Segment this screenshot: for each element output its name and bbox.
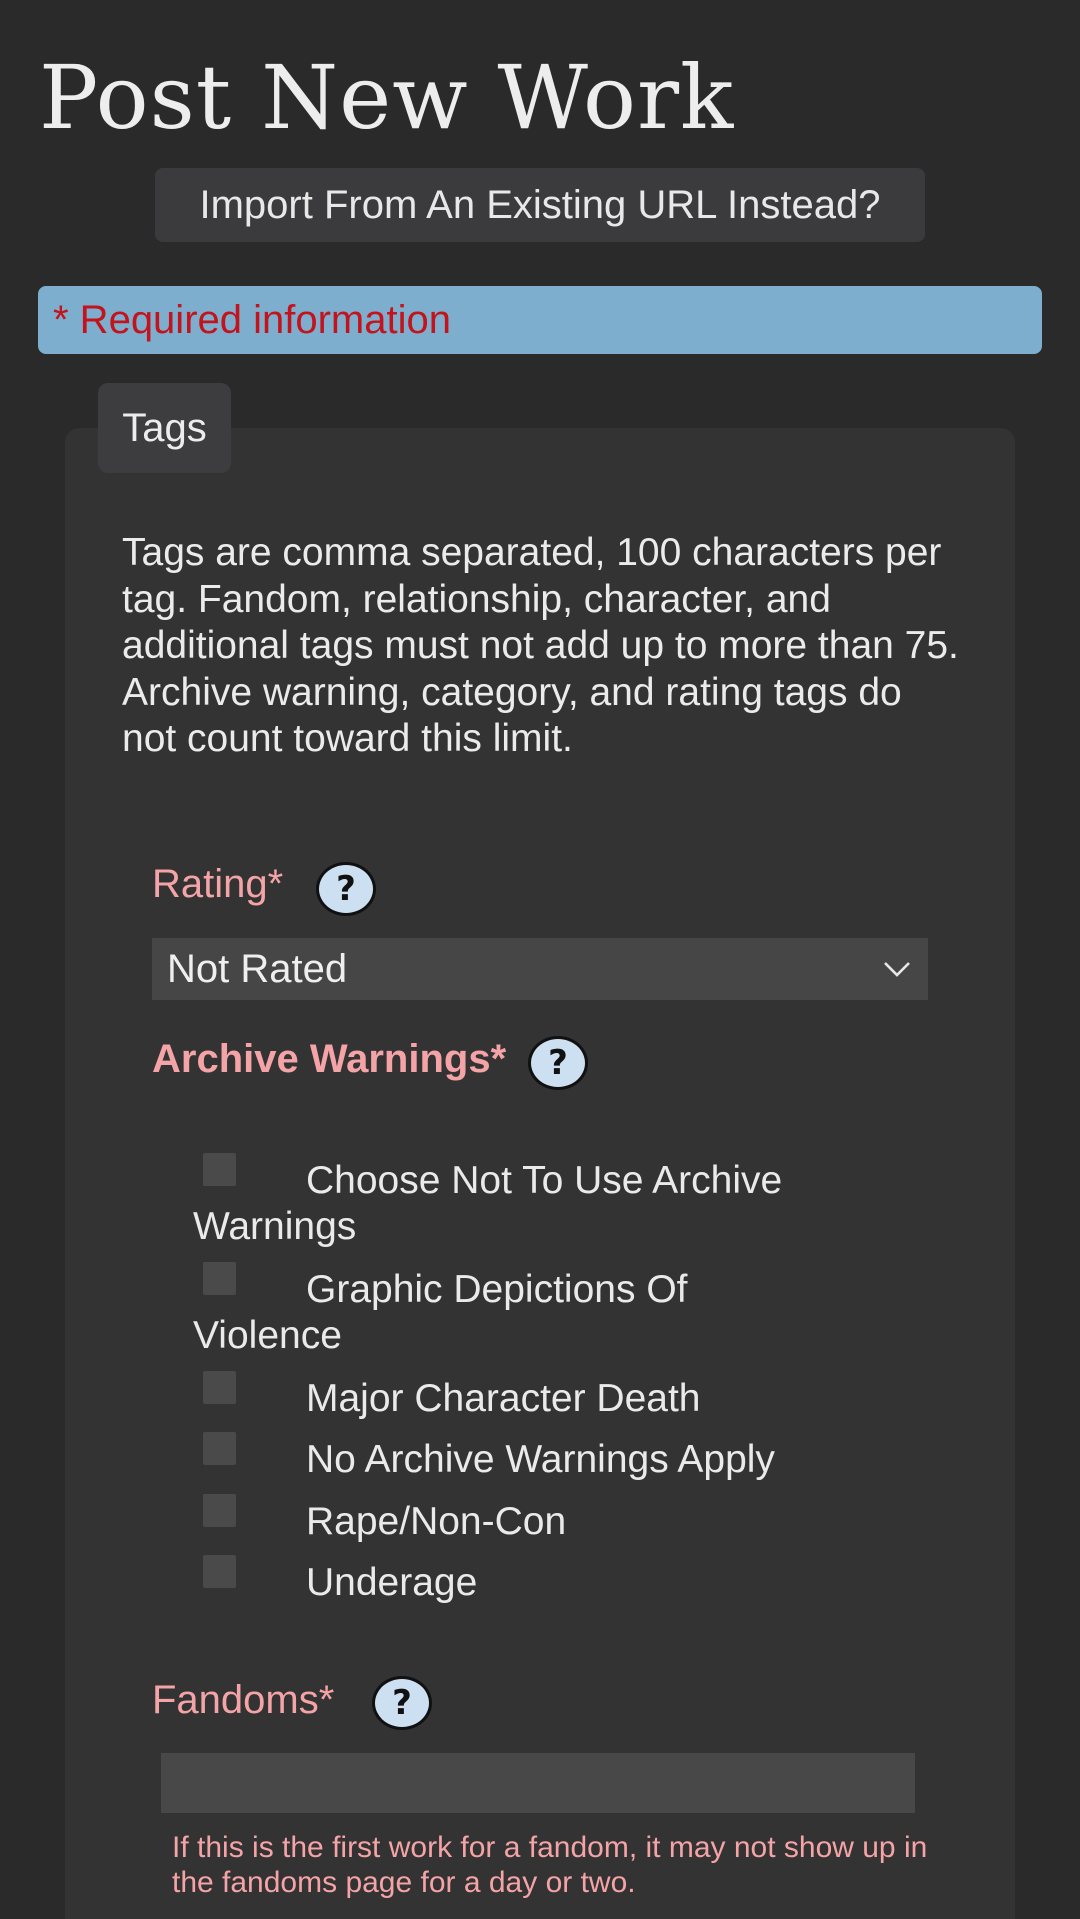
checkbox-icon[interactable] [203, 1371, 236, 1404]
checkbox-icon[interactable] [203, 1494, 236, 1527]
warning-rape-non-con[interactable]: Rape/Non-Con [193, 1491, 953, 1543]
warning-label-line2: Warnings [193, 1205, 357, 1248]
archive-warnings-help-icon[interactable]: ? [528, 1036, 588, 1090]
fandoms-help-icon[interactable]: ? [372, 1676, 432, 1730]
warning-label-line2: Violence [193, 1314, 342, 1357]
import-from-url-button[interactable]: Import From An Existing URL Instead? [155, 168, 925, 242]
warning-choose-not-to-use[interactable]: Choose Not To Use Archive Warnings [193, 1150, 953, 1250]
required-information-notice: * Required information [38, 286, 1042, 354]
warning-label: Rape/Non-Con [306, 1500, 567, 1543]
warning-underage[interactable]: Underage [193, 1552, 953, 1604]
fandoms-label: Fandoms* [152, 1678, 335, 1722]
archive-warnings-label: Archive Warnings* [152, 1037, 507, 1081]
warning-label: Major Character Death [306, 1377, 701, 1420]
fandoms-input[interactable] [161, 1753, 915, 1813]
rating-help-icon[interactable]: ? [316, 862, 376, 916]
rating-label: Rating* [152, 862, 284, 906]
checkbox-icon[interactable] [203, 1555, 236, 1588]
checkbox-icon[interactable] [203, 1432, 236, 1465]
checkbox-icon[interactable] [203, 1262, 236, 1295]
warning-major-character-death[interactable]: Major Character Death [193, 1368, 953, 1420]
rating-select[interactable]: Not Rated [152, 938, 928, 1000]
tags-tab[interactable]: Tags [98, 383, 231, 473]
page-title: Post New Work [39, 46, 735, 149]
warning-no-archive-warnings-apply[interactable]: No Archive Warnings Apply [193, 1429, 953, 1481]
warning-label: Underage [306, 1561, 478, 1604]
warning-label-line1: Graphic Depictions Of [306, 1268, 688, 1311]
checkbox-icon[interactable] [203, 1153, 236, 1186]
tags-description: Tags are comma separated, 100 characters… [122, 531, 959, 760]
chevron-down-icon [884, 962, 910, 977]
warning-graphic-violence[interactable]: Graphic Depictions Of Violence [193, 1259, 953, 1359]
warning-label: No Archive Warnings Apply [306, 1438, 775, 1481]
post-new-work-page: Post New Work Import From An Existing UR… [0, 0, 1080, 1919]
fandom-note: If this is the first work for a fandom, … [172, 1831, 928, 1899]
warning-label-line1: Choose Not To Use Archive [306, 1159, 783, 1202]
rating-selected-value: Not Rated [167, 946, 348, 991]
